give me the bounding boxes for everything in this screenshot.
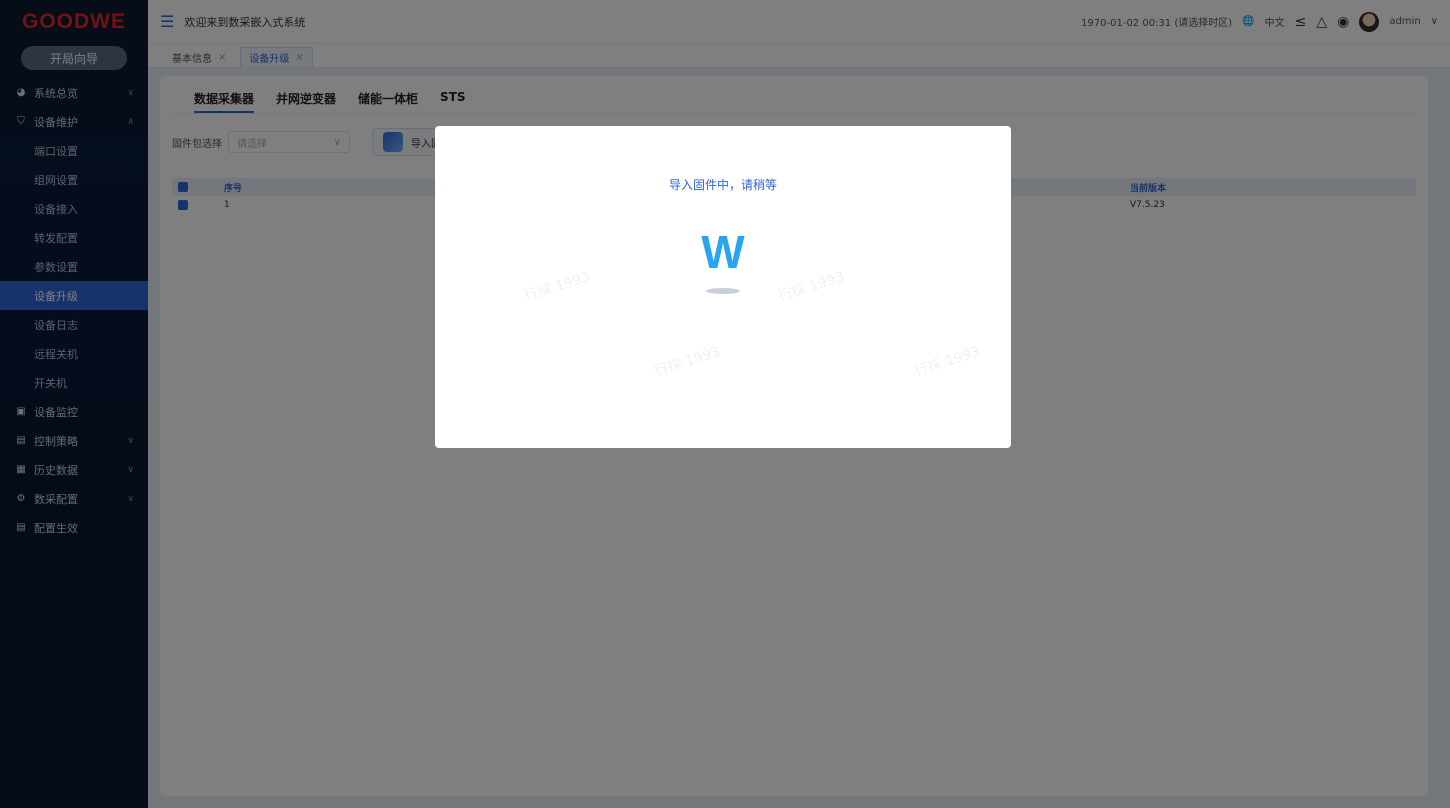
loader-shadow: [706, 288, 740, 294]
loading-spinner: W: [698, 226, 748, 294]
import-loading-modal: 导入固件中，请稍等 W 行採 1993 行採 1993 行採 1993 行採 1…: [435, 126, 1011, 448]
watermark-text: 行採 1993: [522, 268, 593, 306]
watermark-text: 行採 1993: [776, 268, 847, 306]
watermark-text: 行採 1993: [912, 343, 983, 381]
loading-message: 导入固件中，请稍等: [668, 178, 777, 192]
watermark-text: 行採 1993: [652, 343, 723, 381]
loader-logo-icon: W: [701, 226, 745, 278]
